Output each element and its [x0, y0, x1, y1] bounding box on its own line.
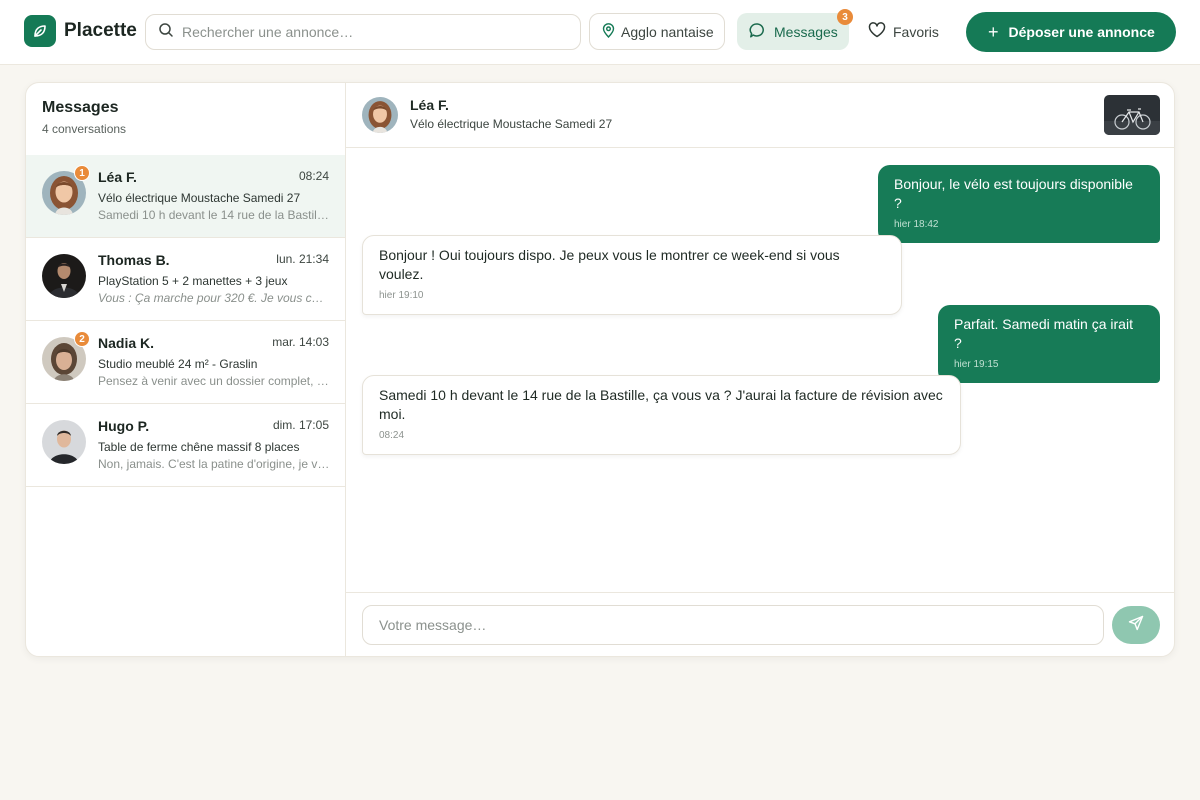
unread-badge: 1	[74, 165, 90, 181]
item-thumbnail[interactable]	[1104, 95, 1160, 135]
chat-header: Léa F. Vélo électrique Moustache Samedi …	[346, 83, 1174, 148]
search-bar[interactable]	[145, 14, 581, 50]
message-text: Bonjour ! Oui toujours dispo. Je peux vo…	[379, 247, 840, 282]
conversation-name: Nadia K.	[98, 335, 155, 351]
chat-contact-name: Léa F.	[410, 97, 449, 113]
conversation-item-title: PlayStation 5 + 2 manettes + 3 jeux	[98, 274, 288, 288]
conversation-item-title: Vélo électrique Moustache Samedi 27	[98, 191, 301, 205]
nav-messages[interactable]: Messages 3	[737, 9, 853, 50]
conversation-sidebar: Messages 4 conversations 1 Léa F. 08:24	[26, 83, 346, 656]
send-button[interactable]	[1112, 606, 1160, 644]
logo[interactable]: Placette	[24, 15, 137, 47]
avatar[interactable]	[362, 97, 398, 133]
heart-icon	[868, 22, 886, 41]
message-text: Bonjour, le vélo est toujours disponible…	[894, 176, 1133, 211]
message-thread: Bonjour, le vélo est toujours disponible…	[346, 149, 1174, 591]
sidebar-header: Messages 4 conversations	[42, 99, 126, 136]
location-label: Agglo nantaise	[621, 23, 714, 40]
conversation-preview: Pensez à venir avec un dossier complet, …	[98, 374, 330, 388]
chat-panel: Léa F. Vélo électrique Moustache Samedi …	[346, 83, 1174, 656]
message-time: hier 19:10	[379, 290, 424, 301]
messages-count-badge: 3	[837, 9, 853, 25]
top-bar: Placette Agglo nantaise Messages 3	[0, 0, 1200, 65]
conversation-name: Léa F.	[98, 169, 137, 185]
map-pin-icon	[602, 22, 615, 41]
conversation-preview: Vous : Ça marche pour 320 €. Je vous con…	[98, 291, 330, 305]
conversation-time: mar. 14:03	[272, 335, 329, 349]
conversation-item-title: Studio meublé 24 m² - Graslin	[98, 357, 258, 371]
location-button[interactable]: Agglo nantaise	[589, 13, 725, 50]
conversation-item[interactable]: Hugo P. dim. 17:05 Table de ferme chêne …	[26, 404, 345, 487]
search-input[interactable]	[182, 24, 562, 40]
search-icon	[158, 22, 174, 43]
logo-text: Placette	[64, 20, 137, 41]
conversation-item[interactable]: 1 Léa F. 08:24 Vélo électrique Moustache…	[26, 155, 345, 238]
sidebar-title: Messages	[42, 99, 119, 116]
nav-messages-label: Messages	[774, 23, 838, 40]
message-text: Samedi 10 h devant le 14 rue de la Basti…	[379, 387, 943, 422]
message-input[interactable]	[362, 605, 1104, 645]
conversation-name: Thomas B.	[98, 252, 170, 268]
avatar	[42, 420, 86, 464]
send-icon	[1128, 615, 1144, 636]
conversation-time: lun. 21:34	[276, 252, 329, 266]
nav-favorites[interactable]: Favoris	[868, 13, 939, 50]
conversation-name: Hugo P.	[98, 418, 150, 434]
conversation-preview: Samedi 10 h devant le 14 rue de la Basti…	[98, 208, 330, 222]
message-sent: Bonjour, le vélo est toujours disponible…	[878, 165, 1160, 243]
unread-badge: 2	[74, 331, 90, 347]
post-ad-button[interactable]: + Déposer une annonce	[966, 12, 1176, 52]
plus-icon: +	[988, 22, 999, 42]
conversation-time: dim. 17:05	[272, 418, 329, 432]
chat-bubble-icon	[749, 22, 766, 42]
message-time: 08:24	[379, 430, 405, 441]
conversation-preview: Non, jamais. C'est la patine d'origine, …	[98, 457, 330, 471]
nav-favorites-label: Favoris	[893, 23, 939, 40]
leaf-icon	[24, 15, 56, 47]
message-text: Parfait. Samedi matin ça irait ?	[954, 316, 1133, 351]
conversation-list: 1 Léa F. 08:24 Vélo électrique Moustache…	[26, 155, 345, 487]
conversation-item-title: Table de ferme chêne massif 8 places	[98, 440, 300, 454]
avatar	[42, 254, 86, 298]
messages-card: Messages 4 conversations 1 Léa F. 08:24	[25, 82, 1175, 657]
message-received: Bonjour ! Oui toujours dispo. Je peux vo…	[362, 235, 902, 315]
message-composer	[346, 592, 1174, 656]
message-received: Samedi 10 h devant le 14 rue de la Basti…	[362, 375, 961, 455]
conversation-time: 08:24	[298, 169, 329, 183]
message-time: hier 18:42	[894, 219, 939, 230]
post-ad-label: Déposer une annonce	[1008, 24, 1155, 40]
conversation-count: 4 conversations	[42, 122, 127, 136]
conversation-item[interactable]: Thomas B. lun. 21:34 PlayStation 5 + 2 m…	[26, 238, 345, 321]
message-sent: Parfait. Samedi matin ça irait ? hier 19…	[938, 305, 1160, 383]
message-time: hier 19:15	[954, 359, 999, 370]
conversation-item[interactable]: 2 Nadia K. mar. 14:03 Studio meublé 24 m…	[26, 321, 345, 404]
chat-item-title[interactable]: Vélo électrique Moustache Samedi 27	[410, 117, 612, 131]
